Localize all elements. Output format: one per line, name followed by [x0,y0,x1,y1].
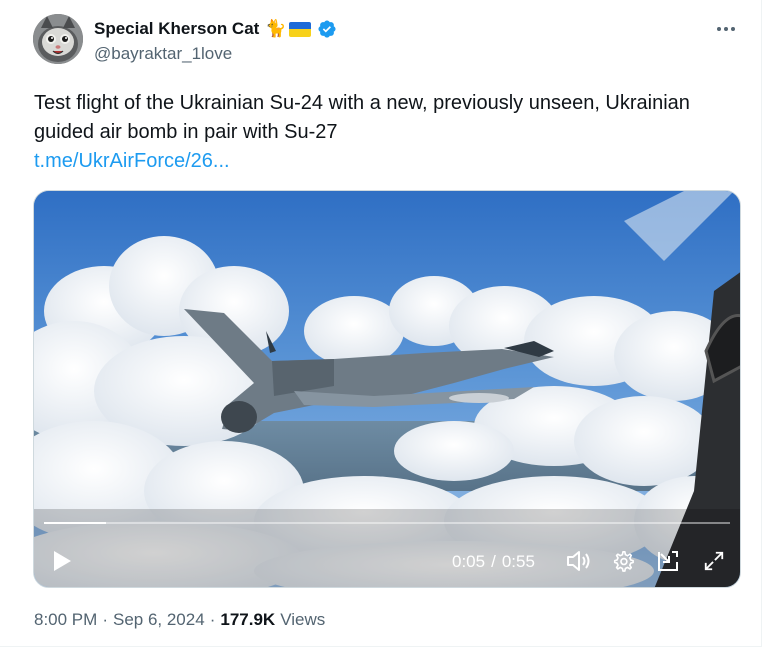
tweet-body: Test flight of the Ukrainian Su-24 with … [34,89,734,176]
tweet-meta: 8:00 PM · Sep 6, 2024 · 177.9K Views [34,610,325,630]
play-button[interactable] [48,546,76,576]
picture-in-picture-button[interactable] [654,547,682,575]
views-count[interactable]: 177.9K [220,610,275,630]
video-controls: 0:05 / 0:55 [34,536,740,586]
time-separator: / [491,552,496,571]
gear-icon [613,551,634,572]
video-player[interactable]: 0:05 / 0:55 [33,190,741,588]
tweet-time[interactable]: 8:00 PM [34,610,97,630]
name-emoji-group: 🐈 [265,19,311,39]
play-icon [54,551,71,571]
cat-avatar-icon [33,14,83,64]
duration: 0:55 [501,552,535,571]
meta-separator: · [209,610,216,629]
ukraine-flag-icon [288,21,311,37]
current-time: 0:05 [452,552,486,571]
more-options-button[interactable] [713,18,739,40]
video-time: 0:05 / 0:55 [452,552,535,572]
dock-icon [658,551,678,571]
fullscreen-icon [704,551,724,571]
settings-button[interactable] [609,547,637,575]
avatar[interactable] [33,14,83,64]
tweet-date[interactable]: Sep 6, 2024 [113,610,205,630]
more-dots-icon [717,27,735,31]
author-handle[interactable]: @bayraktar_1love [94,44,232,64]
volume-icon [567,551,590,571]
tweet-link[interactable]: t.me/UkrAirForce/26... [34,147,734,176]
video-frame [34,191,740,587]
author-name-row: Special Kherson Cat 🐈 [94,18,337,40]
tweet-card: Special Kherson Cat 🐈 @bayraktar_1love T… [0,0,762,647]
views-label: Views [280,610,326,629]
author-display-name[interactable]: Special Kherson Cat [94,19,259,39]
cat-emoji: 🐈 [265,19,287,38]
fullscreen-button[interactable] [700,547,728,575]
tweet-text: Test flight of the Ukrainian Su-24 with … [34,92,690,143]
meta-separator: · [102,610,108,629]
verified-badge-icon[interactable] [317,19,337,39]
video-progress-fill [44,522,106,524]
video-progress-bar[interactable] [44,522,730,524]
mute-button[interactable] [564,547,592,575]
